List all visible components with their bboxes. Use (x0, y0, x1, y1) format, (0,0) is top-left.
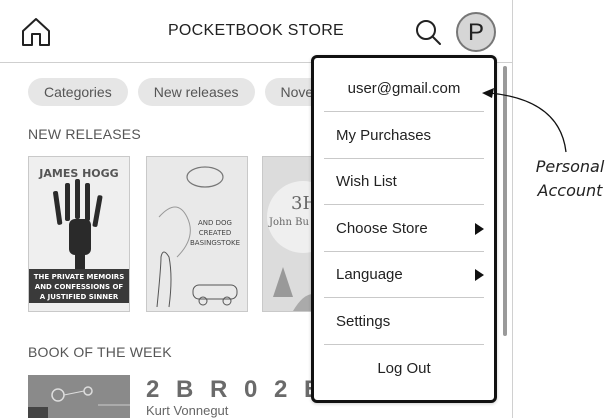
cover-title-line: AND CONFESSIONS OF (35, 283, 124, 291)
cartoon-cover-art: AND DOG CREATED BASINGSTOKE (147, 157, 247, 311)
account-email-item[interactable]: user@gmail.com (324, 66, 484, 112)
menu-item-label: Log Out (377, 360, 431, 377)
annotation-line: Account (537, 181, 603, 200)
section-book-of-the-week: BOOK OF THE WEEK (28, 344, 172, 360)
account-email: user@gmail.com (347, 80, 461, 97)
chevron-right-icon (475, 223, 484, 235)
chip-new-releases[interactable]: New releases (137, 78, 255, 106)
menu-item-settings[interactable]: Settings (324, 299, 484, 345)
menu-item-wish-list[interactable]: Wish List (324, 159, 484, 205)
cover-author: JAMES HOGG (38, 167, 118, 180)
cover-title-line: John Bu (268, 217, 309, 228)
skeleton-hand-cover-art: JAMES HOGG THE PRIVATE MEMOIRS AND CONFE… (29, 157, 129, 311)
search-button[interactable] (414, 18, 442, 46)
menu-item-language[interactable]: Language (324, 252, 484, 298)
book-of-week-cover[interactable] (28, 375, 130, 418)
annotation-label: Personal Account (530, 155, 610, 203)
cover-title-line: THE PRIVATE MEMOIRS (34, 273, 125, 281)
category-chips: Categories New releases Novels (28, 78, 340, 106)
menu-item-label: My Purchases (336, 127, 432, 144)
menu-item-label: Settings (336, 313, 391, 330)
menu-item-label: Choose Store (336, 220, 428, 237)
book-of-week-author: Kurt Vonnegut (146, 403, 229, 418)
annotation-arrow (482, 88, 567, 153)
store-header: POCKETBOOK STORE P (0, 0, 512, 63)
section-new-releases: NEW RELEASES (28, 126, 141, 142)
chip-categories[interactable]: Categories (28, 78, 128, 106)
book-cover[interactable]: JAMES HOGG THE PRIVATE MEMOIRS AND CONFE… (28, 156, 130, 312)
menu-item-my-purchases[interactable]: My Purchases (324, 113, 484, 159)
annotation-line: Personal (535, 157, 605, 176)
account-avatar-button[interactable]: P (456, 12, 496, 52)
chevron-right-icon (475, 269, 484, 281)
logout-button[interactable]: Log Out (324, 346, 484, 392)
cover-title-line: CREATED (199, 229, 232, 237)
book-cover[interactable]: AND DOG CREATED BASINGSTOKE (146, 156, 248, 312)
cover-title-line: A JUSTIFIED SINNER (40, 293, 119, 301)
book-of-week-title[interactable]: 2 B R 0 2 B (146, 376, 326, 404)
circuit-cover-art (28, 375, 130, 418)
menu-item-choose-store[interactable]: Choose Store (324, 206, 484, 252)
cover-title-line: AND DOG (198, 219, 232, 227)
search-icon (416, 20, 441, 45)
menu-item-label: Wish List (336, 173, 397, 190)
cover-title-line: BASINGSTOKE (190, 239, 240, 247)
menu-item-label: Language (336, 266, 403, 283)
